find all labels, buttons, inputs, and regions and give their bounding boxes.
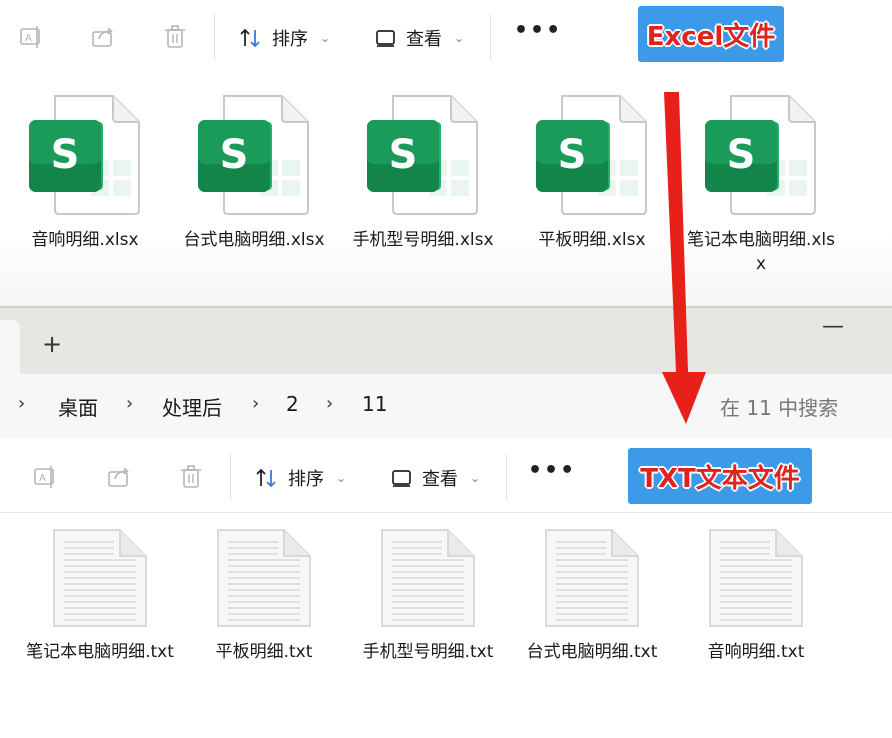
file-item[interactable]: S 平板明细.xlsx (517, 92, 667, 252)
file-item[interactable]: S 音响明细.xlsx (10, 92, 160, 252)
share-icon[interactable] (88, 22, 118, 52)
file-name: 手机型号明细.txt (362, 642, 494, 662)
file-item[interactable]: 平板明细.txt (189, 528, 339, 664)
svg-text:S: S (51, 132, 80, 178)
xlsx-file-icon: S (365, 92, 481, 216)
file-item[interactable]: 台式电脑明细.txt (517, 528, 667, 664)
file-item[interactable]: 音响明细.txt (681, 528, 831, 664)
breadcrumb-processed[interactable]: 处理后 (162, 392, 222, 421)
delete-icon[interactable] (160, 22, 190, 52)
file-item[interactable]: 笔记本电脑明细.txt (25, 528, 175, 664)
file-name: 平板明细.txt (215, 642, 313, 662)
view-button[interactable]: 查看 ⌄ (390, 460, 480, 496)
xlsx-file-icon: S (703, 92, 819, 216)
toolbar-separator (214, 14, 215, 60)
toolbar-separator (506, 454, 507, 500)
view-icon (392, 470, 411, 487)
rename-icon[interactable]: A (16, 22, 46, 52)
toolbar-separator (490, 14, 491, 60)
svg-text:A: A (25, 33, 32, 44)
view-button[interactable]: 查看 ⌄ (374, 20, 464, 56)
chevron-right-icon: › (252, 393, 260, 414)
xlsx-file-icon: S (196, 92, 312, 216)
breadcrumb-11[interactable]: 11 (362, 392, 387, 416)
sort-button[interactable]: 排序 ⌄ (238, 20, 330, 56)
sort-button[interactable]: 排序 ⌄ (254, 460, 346, 496)
sort-label: 排序 (288, 469, 324, 490)
txt-file-icon (52, 528, 148, 628)
file-item[interactable]: 手机型号明细.txt (353, 528, 503, 664)
txt-file-icon (708, 528, 804, 628)
excel-files-badge: Excel文件 (638, 6, 784, 62)
chevron-down-icon: ⌄ (470, 471, 481, 485)
file-name: 台式电脑明细.txt (526, 642, 658, 662)
file-name: 台式电脑明细.xlsx (183, 230, 325, 250)
file-item[interactable]: S 台式电脑明细.xlsx (179, 92, 329, 252)
xlsx-file-icon: S (27, 92, 143, 216)
address-bar[interactable]: › 桌面 › 处理后 › 2 › 11 在 11 中搜索 (0, 374, 892, 440)
tab-current[interactable] (0, 320, 20, 376)
chevron-down-icon: ⌄ (320, 31, 331, 45)
breadcrumb-desktop[interactable]: 桌面 (58, 392, 98, 421)
txt-file-icon (544, 528, 640, 628)
top-file-grid: S 音响明细.xlsx S 台式电脑明细.xlsx S 手机型号明细.xlsx (0, 72, 892, 306)
svg-text:S: S (558, 132, 587, 178)
file-name: 音响明细.xlsx (31, 230, 139, 250)
top-toolbar: A 排序 ⌄ 查看 ⌄ ••• Excel文件 (0, 0, 892, 73)
file-name: 平板明细.xlsx (538, 230, 646, 250)
chevron-right-icon: › (126, 393, 134, 414)
file-item[interactable]: S 手机型号明细.xlsx (348, 92, 498, 252)
txt-file-icon (216, 528, 312, 628)
search-input[interactable]: 在 11 中搜索 (720, 392, 838, 421)
svg-text:A: A (39, 473, 46, 484)
more-options-button[interactable]: ••• (514, 18, 562, 43)
file-name: 笔记本电脑明细.xlsx (686, 230, 836, 274)
new-tab-button[interactable]: + (42, 330, 62, 358)
more-options-button[interactable]: ••• (528, 458, 576, 483)
chevron-right-icon: › (326, 393, 334, 414)
tab-strip: + — (0, 306, 892, 376)
toolbar-separator (230, 454, 231, 500)
chevron-down-icon: ⌄ (336, 471, 347, 485)
file-name: 手机型号明细.xlsx (352, 230, 494, 250)
sort-label: 排序 (272, 29, 308, 50)
view-label: 查看 (422, 469, 458, 490)
bottom-toolbar: A 排序 ⌄ 查看 ⌄ ••• TXT文本文件 (0, 440, 892, 513)
top-explorer-panel: A 排序 ⌄ 查看 ⌄ ••• Excel文件 S 音响明细.xlsx S 台式… (0, 0, 892, 306)
minimize-button[interactable]: — (822, 314, 844, 339)
view-icon (376, 30, 395, 47)
file-item[interactable]: S 笔记本电脑明细.xlsx (686, 92, 836, 276)
bottom-file-grid: 笔记本电脑明细.txt 平板明细.txt 手机型号明细.txt 台式电脑明细.t… (0, 514, 892, 738)
sort-icon (256, 468, 276, 488)
delete-icon[interactable] (176, 462, 206, 492)
breadcrumb-2[interactable]: 2 (286, 392, 299, 416)
sort-icon (240, 28, 260, 48)
bottom-explorer-panel: A 排序 ⌄ 查看 ⌄ ••• TXT文本文件 笔记本电脑明细.txt 平板明细… (0, 438, 892, 738)
chevron-down-icon: ⌄ (454, 31, 465, 45)
explorer-window-header: + — › 桌面 › 处理后 › 2 › 11 在 11 中搜索 (0, 306, 892, 440)
share-icon[interactable] (104, 462, 134, 492)
svg-text:S: S (727, 132, 756, 178)
view-label: 查看 (406, 29, 442, 50)
svg-text:S: S (220, 132, 249, 178)
svg-text:S: S (389, 132, 418, 178)
chevron-right-icon: › (18, 393, 26, 414)
txt-file-icon (380, 528, 476, 628)
rename-icon[interactable]: A (30, 462, 60, 492)
txt-files-badge: TXT文本文件 (628, 448, 812, 504)
file-name: 音响明细.txt (707, 642, 805, 662)
xlsx-file-icon: S (534, 92, 650, 216)
file-name: 笔记本电脑明细.txt (26, 642, 174, 662)
